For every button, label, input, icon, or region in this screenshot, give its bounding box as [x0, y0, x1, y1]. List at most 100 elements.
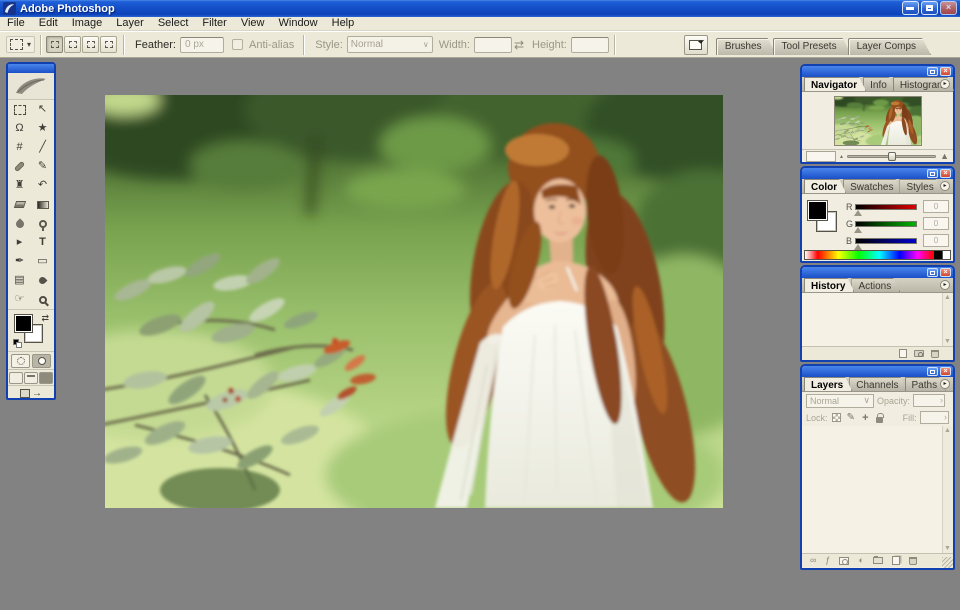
menu-view[interactable]: View [234, 17, 272, 30]
navigator-zoom-slider[interactable] [847, 155, 936, 158]
quick-mask-button[interactable] [32, 354, 51, 368]
navigator-panel-titlebar[interactable]: × [802, 66, 953, 77]
fill-input[interactable] [920, 411, 949, 424]
tool-blur[interactable] [8, 214, 31, 233]
tool-move[interactable]: ↖ [31, 100, 54, 119]
panel-minimize-button[interactable] [927, 67, 938, 76]
palette-tab-layer-comps[interactable]: Layer Comps [848, 38, 931, 55]
intersect-selection-button[interactable] [100, 36, 117, 53]
tab-color[interactable]: Color [804, 179, 846, 193]
layers-panel-titlebar[interactable]: × [802, 366, 953, 377]
panel-menu-icon[interactable]: ▸ [940, 379, 950, 389]
jump-to-imageready-button[interactable]: → [8, 385, 54, 401]
link-layers-icon[interactable]: ∞ [810, 556, 816, 565]
panel-minimize-button[interactable] [927, 268, 938, 277]
menu-image[interactable]: Image [65, 17, 110, 30]
new-selection-button[interactable] [46, 36, 63, 53]
scroll-up-icon[interactable]: ▲ [944, 294, 951, 301]
lock-pixels-button[interactable]: ✎ [845, 412, 857, 424]
tab-info[interactable]: Info [863, 77, 896, 91]
fullscreen-menubar-button[interactable] [24, 372, 38, 384]
height-input[interactable] [571, 37, 609, 53]
add-layer-mask-button[interactable] [839, 557, 849, 565]
standard-mode-button[interactable] [11, 354, 30, 368]
scroll-down-icon[interactable]: ▼ [944, 545, 951, 552]
menu-filter[interactable]: Filter [195, 17, 233, 30]
blend-mode-dropdown[interactable]: Normal ∨ [806, 394, 874, 408]
tool-dodge[interactable] [31, 214, 54, 233]
new-snapshot-button[interactable] [914, 350, 924, 357]
add-to-selection-button[interactable] [64, 36, 81, 53]
tool-hand[interactable]: ☞ [8, 290, 31, 309]
tool-preset-picker[interactable]: ▾ [6, 36, 35, 53]
antialias-checkbox[interactable] [232, 39, 243, 50]
standard-screen-button[interactable] [9, 372, 23, 384]
layers-scrollbar[interactable]: ▲ ▼ [942, 426, 953, 553]
menu-window[interactable]: Window [272, 17, 325, 30]
panel-menu-icon[interactable]: ▸ [940, 79, 950, 89]
zoom-in-icon[interactable]: ▲ [940, 152, 949, 161]
panel-close-button[interactable]: × [940, 67, 951, 76]
file-browser-button[interactable] [684, 35, 708, 55]
tool-crop[interactable]: # [8, 138, 31, 157]
panel-close-button[interactable]: × [940, 268, 951, 277]
menu-edit[interactable]: Edit [32, 17, 65, 30]
tool-brush[interactable]: ✎ [31, 157, 54, 176]
tool-eraser[interactable] [8, 195, 31, 214]
layer-style-icon[interactable]: ƒ [825, 556, 830, 565]
close-button[interactable]: × [940, 1, 957, 15]
swap-dimensions-icon[interactable]: ⇄ [514, 38, 524, 52]
tool-rectangular-marquee[interactable] [8, 100, 31, 119]
palette-tab-tool-presets[interactable]: Tool Presets [773, 38, 852, 55]
panel-menu-icon[interactable]: ▸ [940, 181, 950, 191]
blue-slider[interactable] [855, 238, 917, 244]
canvas-document[interactable] [105, 95, 723, 508]
adjustment-layer-icon[interactable]: ◐ [858, 556, 863, 565]
tool-clone-stamp[interactable]: ♜ [8, 176, 31, 195]
swap-colors-icon[interactable]: ⇄ [41, 313, 49, 324]
new-document-from-state-button[interactable] [899, 349, 907, 358]
minimize-button[interactable] [902, 1, 919, 15]
foreground-color-swatch[interactable] [15, 315, 32, 332]
fullscreen-button[interactable] [39, 372, 53, 384]
tool-slice[interactable]: ╱ [31, 138, 54, 157]
blue-value-input[interactable]: 0 [923, 234, 949, 247]
blue-slider-thumb[interactable] [854, 244, 862, 250]
lock-all-button[interactable] [874, 412, 886, 424]
zoom-out-icon[interactable]: ▴ [840, 154, 843, 160]
tab-styles[interactable]: Styles [899, 179, 942, 193]
navigator-thumbnail[interactable] [834, 96, 922, 146]
foreground-color-swatch[interactable] [808, 201, 827, 220]
menu-select[interactable]: Select [151, 17, 196, 30]
scroll-up-icon[interactable]: ▲ [944, 427, 951, 434]
tool-path-selection[interactable]: ▸ [8, 233, 31, 252]
lock-transparency-button[interactable] [831, 412, 843, 424]
panel-minimize-button[interactable] [927, 367, 938, 376]
panel-resize-grip[interactable] [942, 557, 953, 568]
spectrum-white-swatch[interactable] [942, 250, 951, 260]
opacity-input[interactable] [913, 394, 945, 407]
red-value-input[interactable]: 0 [923, 200, 949, 213]
tool-lasso[interactable]: Ω [8, 119, 31, 138]
tool-eyedropper[interactable] [31, 271, 54, 290]
panel-close-button[interactable]: × [940, 169, 951, 178]
panel-minimize-button[interactable] [927, 169, 938, 178]
menu-help[interactable]: Help [325, 17, 362, 30]
subtract-from-selection-button[interactable] [82, 36, 99, 53]
scroll-down-icon[interactable]: ▼ [944, 338, 951, 345]
navigator-zoom-input[interactable] [806, 151, 836, 162]
width-input[interactable] [474, 37, 512, 53]
delete-state-button[interactable] [931, 350, 939, 358]
new-layer-set-button[interactable] [873, 557, 883, 564]
style-dropdown[interactable]: Normal ∨ [347, 36, 433, 53]
zoom-slider-thumb[interactable] [888, 152, 896, 161]
new-layer-button[interactable] [892, 556, 900, 565]
lock-position-button[interactable]: + [860, 412, 872, 424]
tool-zoom[interactable] [31, 290, 54, 309]
tab-navigator[interactable]: Navigator [804, 77, 866, 91]
color-panel-titlebar[interactable]: × [802, 168, 953, 179]
red-slider[interactable] [855, 204, 917, 210]
history-panel-titlebar[interactable]: × [802, 267, 953, 278]
panel-close-button[interactable]: × [940, 367, 951, 376]
menu-layer[interactable]: Layer [109, 17, 151, 30]
